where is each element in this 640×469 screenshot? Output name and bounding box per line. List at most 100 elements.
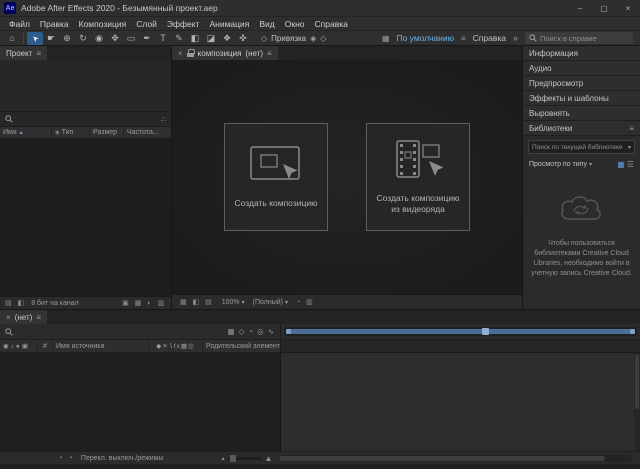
zoom-slider-track[interactable]	[228, 457, 262, 460]
zoom-slider-thumb[interactable]	[230, 455, 236, 462]
panel-libraries[interactable]: Библиотеки ≡	[523, 121, 640, 136]
workspace-help-tab[interactable]: Справка	[473, 33, 506, 43]
panel-align[interactable]: Выровнять	[523, 106, 640, 121]
menu-layer[interactable]: Слой	[131, 19, 162, 29]
bit-depth-button[interactable]: 8 бит на канал	[31, 300, 79, 307]
vertical-scrollbar-thumb[interactable]	[635, 355, 639, 409]
audio-icon[interactable]: ♪	[11, 343, 14, 350]
tab-timeline[interactable]: × (нет) ≡	[0, 310, 47, 324]
help-search-input[interactable]	[540, 34, 629, 43]
layer-list-area[interactable]	[0, 353, 281, 451]
panel-preview[interactable]: Предпросмотр	[523, 76, 640, 91]
tab-composition[interactable]: × композиция (нет) ≡	[172, 46, 278, 60]
time-ruler[interactable]	[281, 340, 640, 352]
vertical-scrollbar[interactable]	[634, 353, 640, 451]
menu-help[interactable]: Справка	[310, 19, 353, 29]
view-by-dropdown[interactable]: Просмотр по типу	[529, 161, 587, 168]
new-composition-button[interactable]: Создать композицию	[224, 123, 328, 231]
menu-effect[interactable]: Эффект	[162, 19, 205, 29]
camera-grid-icons[interactable]: ◔ ▥	[296, 298, 315, 306]
horizontal-scrollbar[interactable]	[278, 455, 632, 462]
panel-info[interactable]: Информация	[523, 46, 640, 61]
panel-menu-icon[interactable]: ≡	[267, 49, 272, 58]
project-item-list[interactable]	[0, 139, 171, 296]
maximize-button[interactable]: ▢	[592, 0, 616, 16]
workspace-overflow-icon[interactable]: »	[513, 33, 518, 43]
eye-icon[interactable]: ◉	[3, 342, 9, 350]
clone-stamp-tool[interactable]: ◧	[187, 32, 203, 45]
close-panel-icon[interactable]: ×	[6, 313, 11, 322]
home-button[interactable]: ⌂	[4, 32, 20, 45]
eraser-tool[interactable]: ◪	[203, 32, 219, 45]
menu-edit[interactable]: Правка	[35, 19, 74, 29]
libraries-search-input[interactable]	[532, 144, 626, 151]
mask-feather-icon[interactable]: ◈	[310, 34, 316, 43]
project-search-input[interactable]	[17, 116, 157, 123]
puppet-pin-tool[interactable]: ✜	[235, 32, 251, 45]
type-tool[interactable]: T	[155, 32, 171, 45]
menu-animation[interactable]: Анимация	[204, 19, 254, 29]
lock-icon[interactable]: ▣	[22, 342, 28, 350]
close-button[interactable]: ×	[616, 0, 640, 16]
workspace-selector[interactable]: По умолчанию	[396, 33, 453, 43]
toggle-switches-modes-button[interactable]: Перекл. выключ./режимы	[81, 455, 164, 462]
time-navigator-track[interactable]	[284, 327, 637, 336]
panel-menu-icon[interactable]: ≡	[629, 124, 634, 133]
layer-switches-column[interactable]: ◆✳∖fx▦◎	[149, 340, 203, 352]
zoom-out-icon[interactable]: ▴	[222, 455, 225, 462]
lock-icon[interactable]	[187, 49, 194, 57]
menu-file[interactable]: Файл	[4, 19, 35, 29]
time-navigator-bar[interactable]	[286, 329, 635, 334]
camera-tool[interactable]: ◉	[91, 32, 107, 45]
magnification-dropdown[interactable]: 100% ▾	[222, 299, 245, 306]
interpret-footage-icons[interactable]: ▤ ◧	[5, 299, 26, 307]
snap-icon[interactable]: ◇	[261, 34, 267, 43]
parent-link-column[interactable]: Родительский элемент	[203, 340, 280, 352]
mask-mode-icon[interactable]: ◇	[320, 34, 326, 43]
zoom-tool[interactable]: ⊕	[59, 32, 75, 45]
panel-effects-presets[interactable]: Эффекты и шаблоны	[523, 91, 640, 106]
list-view-icon[interactable]: ☰	[627, 160, 634, 169]
chevron-down-icon[interactable]: ▾	[628, 144, 631, 151]
column-size[interactable]: Размер	[90, 127, 124, 138]
column-frame-rate[interactable]: Частота...	[124, 127, 171, 138]
column-type[interactable]: ◈ Тип	[52, 127, 90, 138]
hand-tool[interactable]: ☛	[43, 32, 59, 45]
search-icon[interactable]	[5, 328, 13, 336]
layer-number-column[interactable]: #	[38, 340, 53, 352]
snap-label[interactable]: Привязка	[271, 34, 306, 43]
solo-icon[interactable]: ●	[16, 343, 20, 350]
close-panel-icon[interactable]: ×	[178, 49, 183, 58]
zoom-in-icon[interactable]: ▲	[265, 454, 273, 463]
project-flowchart-icon[interactable]: ∴	[161, 115, 166, 124]
time-navigator-thumb[interactable]	[482, 328, 489, 335]
pen-tool[interactable]: ✒	[139, 32, 155, 45]
always-preview-icon[interactable]: ▦ ◧ ▤	[180, 298, 214, 306]
panel-menu-icon[interactable]: ≡	[36, 49, 41, 58]
rectangle-tool[interactable]: ▭	[123, 32, 139, 45]
pan-behind-tool[interactable]: ✥	[107, 32, 123, 45]
rotation-tool[interactable]: ↻	[75, 32, 91, 45]
tab-project[interactable]: Проект ≡	[0, 46, 47, 60]
menu-window[interactable]: Окно	[280, 19, 310, 29]
source-name-column[interactable]: Имя источника	[53, 340, 149, 352]
resolution-dropdown[interactable]: (Полный) ▾	[253, 299, 288, 306]
track-area[interactable]	[281, 353, 640, 451]
new-composition-from-footage-button[interactable]: Создать композицию из видеоряда	[366, 123, 470, 231]
brush-tool[interactable]: ✎	[171, 32, 187, 45]
timeline-search-input[interactable]	[17, 328, 223, 335]
roto-brush-tool[interactable]: ❖	[219, 32, 235, 45]
panel-audio[interactable]: Аудио	[523, 61, 640, 76]
search-icon[interactable]	[5, 115, 13, 123]
menu-view[interactable]: Вид	[254, 19, 279, 29]
selection-tool[interactable]: ➤	[27, 32, 43, 45]
libraries-search-box[interactable]: ▾	[528, 140, 635, 154]
panel-menu-icon[interactable]: ≡	[36, 313, 41, 322]
column-name[interactable]: Имя ▲	[0, 127, 52, 138]
horizontal-scrollbar-thumb[interactable]	[279, 456, 604, 461]
expand-collapse-icons[interactable]: ▪ ▪	[60, 455, 75, 461]
grid-view-icon[interactable]: ▦	[617, 160, 625, 169]
menu-composition[interactable]: Композиция	[74, 19, 132, 29]
help-search-box[interactable]	[525, 32, 633, 44]
minimize-button[interactable]: –	[568, 0, 592, 16]
